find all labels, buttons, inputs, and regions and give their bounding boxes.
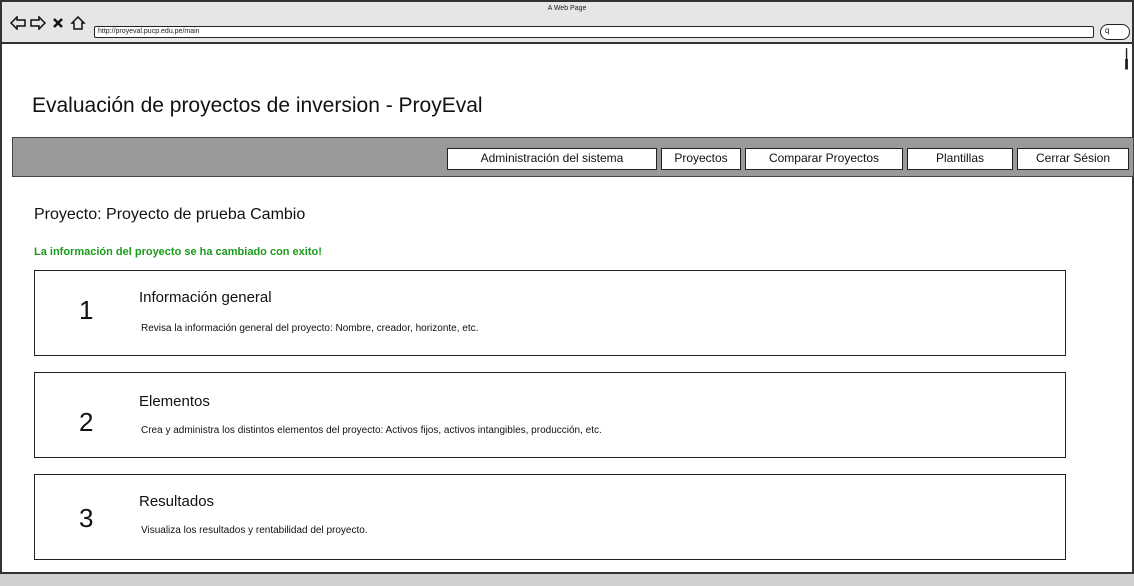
browser-search-field[interactable]: q xyxy=(1100,24,1130,40)
menu-cerrar-sesion-button[interactable]: Cerrar Sésion xyxy=(1017,148,1129,170)
card-resultados[interactable]: 3 Resultados Visualiza los resultados y … xyxy=(34,474,1066,560)
forward-arrow-icon[interactable] xyxy=(30,16,46,30)
card-description: Visualiza los resultados y rentabilidad … xyxy=(141,525,368,536)
card-number: 1 xyxy=(79,295,94,325)
bottom-scrollbar[interactable] xyxy=(0,572,1134,586)
card-informacion-general[interactable]: 1 Información general Revisa la informac… xyxy=(34,270,1066,356)
window-title: A Web Page xyxy=(547,5,587,12)
card-number: 2 xyxy=(79,407,94,437)
card-elementos[interactable]: 2 Elementos Crea y administra los distin… xyxy=(34,372,1066,458)
card-title: Resultados xyxy=(139,493,215,510)
scrollbar-icon[interactable]: ╽ xyxy=(1121,50,1132,68)
home-icon[interactable] xyxy=(70,16,86,30)
project-title: Proyecto: Proyecto de prueba Cambio xyxy=(34,206,306,223)
page-content: ╽ Evaluación de proyectos de inversion -… xyxy=(0,44,1134,586)
menu-plantillas-button[interactable]: Plantillas xyxy=(907,148,1013,170)
card-description: Revisa la información general del proyec… xyxy=(141,323,479,334)
menu-proyectos-button[interactable]: Proyectos xyxy=(661,148,741,170)
main-menu-bar: Administración del sistema Proyectos Com… xyxy=(12,137,1134,177)
browser-nav-buttons xyxy=(10,16,86,30)
back-arrow-icon[interactable] xyxy=(10,16,26,30)
stop-icon[interactable] xyxy=(50,16,66,30)
card-title: Información general xyxy=(139,289,272,306)
menu-admin-sistema-button[interactable]: Administración del sistema xyxy=(447,148,657,170)
success-message: La información del proyecto se ha cambia… xyxy=(34,246,322,258)
card-number: 3 xyxy=(79,503,94,533)
address-bar[interactable]: http://proyeval.pucp.edu.pe/main xyxy=(94,26,1094,38)
browser-chrome: A Web Page http://proyeval.pucp.edu.pe/m… xyxy=(0,0,1134,44)
app-title: Evaluación de proyectos de inversion - P… xyxy=(32,94,483,117)
card-title: Elementos xyxy=(139,393,210,410)
card-description: Crea y administra los distintos elemento… xyxy=(141,425,602,436)
menu-comparar-proyectos-button[interactable]: Comparar Proyectos xyxy=(745,148,903,170)
